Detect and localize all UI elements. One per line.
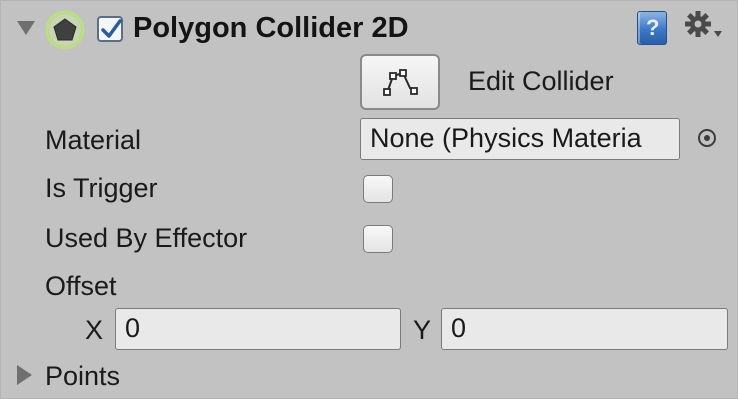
component-title: Polygon Collider 2D — [133, 12, 409, 44]
gear-dropdown-icon[interactable] — [683, 9, 725, 45]
offset-label: Offset — [45, 271, 117, 301]
points-foldout-collapsed-icon[interactable] — [17, 365, 32, 385]
used-by-effector-label: Used By Effector — [45, 223, 248, 253]
polygon-collider-icon — [45, 10, 85, 50]
foldout-expanded-icon[interactable] — [17, 21, 35, 35]
offset-y-field[interactable]: 0 — [441, 308, 728, 350]
edit-collider-button[interactable] — [360, 54, 440, 110]
points-label[interactable]: Points — [45, 361, 120, 392]
inspector-component-panel: Polygon Collider 2D ? Edit Collider Mate… — [0, 0, 738, 399]
checkmark-icon — [101, 19, 122, 38]
component-header[interactable]: Polygon Collider 2D ? — [1, 1, 737, 57]
help-book-icon[interactable]: ? — [637, 11, 667, 45]
is-trigger-checkbox[interactable] — [363, 175, 393, 203]
offset-x-label[interactable]: X — [85, 315, 103, 346]
edit-polygon-icon — [383, 69, 418, 96]
component-enabled-checkbox[interactable] — [97, 16, 123, 42]
used-by-effector-checkbox[interactable] — [363, 225, 393, 253]
material-label: Material — [45, 125, 142, 155]
offset-y-label[interactable]: Y — [413, 315, 431, 346]
edit-collider-label: Edit Collider — [468, 66, 614, 96]
offset-x-field[interactable]: 0 — [115, 308, 401, 350]
is-trigger-label: Is Trigger — [45, 173, 158, 203]
material-object-field[interactable]: None (Physics Materia — [360, 118, 680, 160]
object-picker-icon[interactable] — [698, 129, 716, 147]
